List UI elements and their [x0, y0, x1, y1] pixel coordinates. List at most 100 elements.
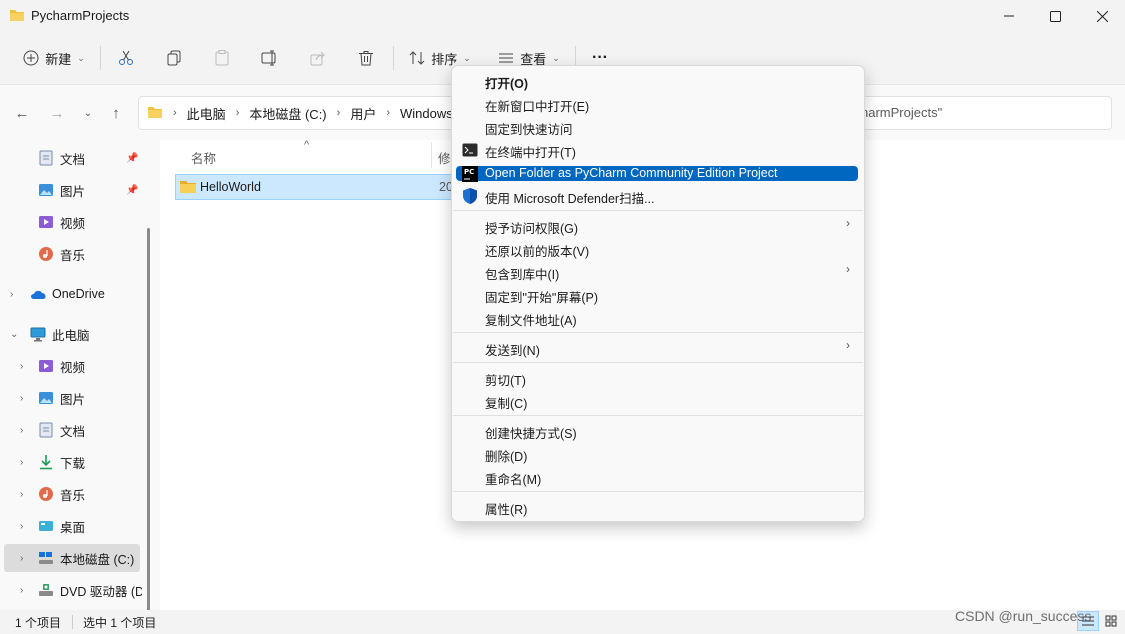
chevron-down-icon[interactable]: ⌄ [10, 329, 18, 340]
menu-item-open-pycharm-project[interactable]: PC Open Folder as PyCharm Community Edit… [456, 165, 858, 182]
sidebar-item-onedrive[interactable]: › OneDrive [0, 280, 145, 308]
chevron-right-icon[interactable]: › [20, 521, 23, 532]
menu-item-label: 属性(R) [485, 503, 528, 517]
sort-ascending-icon: ^ [304, 139, 310, 151]
tiles-view-button[interactable] [1100, 611, 1122, 631]
menu-item-label: 在终端中打开(T) [485, 146, 576, 160]
maximize-button[interactable] [1032, 0, 1078, 32]
sort-icon [409, 51, 425, 65]
chevron-right-icon[interactable]: › [20, 457, 23, 468]
up-button[interactable]: ↑ [106, 103, 126, 123]
column-header-modified[interactable]: 修 [438, 148, 451, 167]
sidebar-item-label: 视频 [60, 216, 86, 231]
sidebar-item-videos[interactable]: › 视频 [0, 352, 145, 380]
minimize-button[interactable] [986, 0, 1032, 32]
chevron-right-icon[interactable]: › [20, 553, 23, 564]
new-button[interactable]: 新建 ⌄ [16, 44, 92, 72]
menu-item-open-new-window[interactable]: 在新窗口中打开(E) [456, 92, 858, 115]
menu-item-create-shortcut[interactable]: 创建快捷方式(S) [456, 419, 858, 442]
menu-item-copy[interactable]: 复制(C) [456, 389, 858, 412]
address-bar[interactable]: › 此电脑 › 本地磁盘 (C:) › 用户 › Windows1 [138, 96, 468, 130]
sidebar-item-pictures[interactable]: › 图片 [0, 384, 145, 412]
terminal-icon [461, 141, 478, 158]
sidebar-item-videos[interactable]: 视频 [0, 208, 145, 236]
sidebar-item-this-pc[interactable]: ⌄ 此电脑 [0, 320, 145, 348]
sidebar-item-label: 下载 [60, 456, 86, 471]
back-button[interactable]: ← [12, 103, 32, 123]
sidebar-item-pictures[interactable]: 图片 📌 [0, 176, 145, 204]
menu-item-label: 创建快捷方式(S) [485, 427, 577, 441]
column-header-name[interactable]: 名称 [191, 148, 216, 167]
menu-item-open-in-terminal[interactable]: 在终端中打开(T) [456, 138, 858, 161]
pictures-icon [38, 182, 54, 198]
share-button[interactable] [305, 44, 331, 72]
delete-button[interactable] [353, 44, 379, 72]
item-count: 1 个项目 [15, 616, 62, 630]
menu-item-label: 固定到"开始"屏幕(P) [485, 291, 599, 305]
close-button[interactable] [1079, 0, 1125, 32]
breadcrumb-item[interactable]: 本地磁盘 (C:) [249, 104, 326, 123]
sidebar-item-local-disk-c[interactable]: › 本地磁盘 (C:) [4, 544, 140, 572]
rename-button[interactable] [257, 44, 283, 72]
chevron-right-icon[interactable]: › [20, 585, 23, 596]
menu-item-restore-versions[interactable]: 还原以前的版本(V) [456, 237, 858, 260]
recent-locations-button[interactable]: ⌄ [78, 103, 98, 123]
video-icon [38, 214, 54, 230]
menu-item-label: 固定到快速访问 [485, 123, 573, 137]
menu-item-pin-start[interactable]: 固定到"开始"屏幕(P) [456, 283, 858, 306]
menu-item-cut[interactable]: 剪切(T) [456, 366, 858, 389]
breadcrumb-item[interactable]: 用户 [350, 104, 376, 123]
folder-icon [147, 105, 163, 122]
menu-item-defender-scan[interactable]: 使用 Microsoft Defender扫描... [456, 184, 858, 207]
chevron-down-icon: ⌄ [463, 52, 471, 63]
document-icon [38, 422, 54, 438]
menu-item-pin-quick-access[interactable]: 固定到快速访问 [456, 115, 858, 138]
cut-button[interactable] [113, 44, 139, 72]
title-bar: PycharmProjects [0, 0, 1125, 32]
menu-item-label: 剪切(T) [485, 374, 526, 388]
rename-icon [261, 50, 276, 66]
defender-shield-icon [461, 187, 478, 204]
chevron-right-icon[interactable]: › [20, 361, 23, 372]
menu-divider [453, 332, 863, 333]
sidebar-item-music[interactable]: › 音乐 [0, 480, 145, 508]
chevron-right-icon[interactable]: › [10, 289, 13, 300]
sidebar-item-desktop[interactable]: › 桌面 [0, 512, 145, 540]
forward-button[interactable]: → [47, 103, 67, 123]
sidebar-item-music[interactable]: 音乐 [0, 240, 145, 268]
menu-item-properties[interactable]: 属性(R) [456, 495, 858, 518]
menu-item-label: 重命名(M) [485, 473, 542, 487]
this-pc-icon [30, 326, 46, 342]
menu-item-copy-path[interactable]: 复制文件地址(A) [456, 306, 858, 329]
paste-button[interactable] [209, 44, 235, 72]
copy-button[interactable] [161, 44, 187, 72]
menu-item-give-access[interactable]: 授予访问权限(G) › [456, 214, 858, 237]
sidebar-item-documents[interactable]: 文档 📌 [0, 144, 145, 172]
chevron-right-icon[interactable]: › [20, 393, 23, 404]
menu-item-rename[interactable]: 重命名(M) [456, 465, 858, 488]
menu-item-include-library[interactable]: 包含到库中(I) › [456, 260, 858, 283]
table-row[interactable]: HelloWorld 20 [175, 174, 465, 200]
pin-icon: 📌 [126, 184, 139, 196]
download-icon [38, 454, 54, 470]
chevron-right-icon[interactable]: › [20, 489, 23, 500]
pycharm-icon: PC [461, 165, 478, 182]
search-input[interactable]: harmProjects" [840, 96, 1112, 130]
chevron-right-icon: › [173, 107, 177, 119]
chevron-down-icon: ⌄ [83, 107, 93, 119]
chevron-right-icon: › [846, 262, 850, 276]
chevron-right-icon[interactable]: › [20, 425, 23, 436]
menu-item-label: 删除(D) [485, 450, 528, 464]
menu-item-delete[interactable]: 删除(D) [456, 442, 858, 465]
sidebar-item-downloads[interactable]: › 下载 [0, 448, 145, 476]
sidebar-item-documents[interactable]: › 文档 [0, 416, 145, 444]
menu-item-send-to[interactable]: 发送到(N) › [456, 336, 858, 359]
sidebar-item-dvd-drive[interactable]: › DVD 驱动器 (D [0, 576, 145, 604]
divider [100, 46, 101, 70]
breadcrumb-item[interactable]: 此电脑 [187, 104, 226, 123]
menu-item-open[interactable]: 打开(O) [456, 69, 858, 92]
sidebar-scrollbar[interactable] [147, 228, 150, 628]
menu-item-label: 发送到(N) [485, 344, 540, 358]
chevron-right-icon: › [846, 338, 850, 352]
sidebar-item-label: 音乐 [60, 248, 86, 263]
